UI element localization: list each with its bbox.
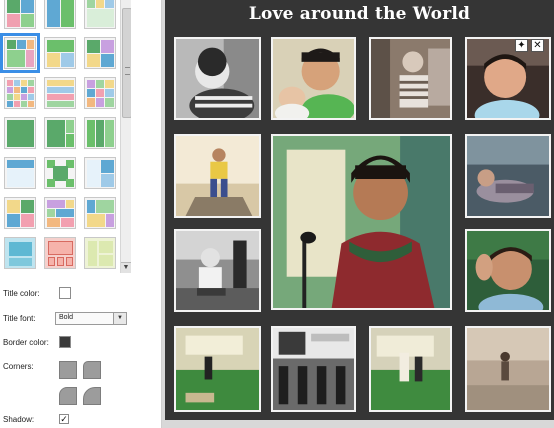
- layout-scrollbar[interactable]: ▼: [120, 0, 131, 273]
- layout-option[interactable]: [4, 157, 36, 189]
- layout-option[interactable]: [44, 0, 76, 29]
- corners-label: Corners:: [3, 362, 34, 371]
- photo-tile[interactable]: [174, 229, 261, 312]
- photo-tile-featured[interactable]: [271, 134, 452, 310]
- layout-picker: ▼: [0, 0, 131, 273]
- layout-option[interactable]: [44, 117, 76, 149]
- layout-option[interactable]: [44, 77, 76, 109]
- collage-board[interactable]: Love around the World ✦ ✕: [165, 0, 554, 420]
- title-color-swatch[interactable]: [59, 287, 71, 299]
- layout-option[interactable]: [4, 77, 36, 109]
- layout-option[interactable]: [84, 237, 116, 269]
- title-color-label: Title color:: [3, 289, 40, 298]
- layout-option[interactable]: [44, 157, 76, 189]
- corner-square-button[interactable]: [59, 361, 77, 379]
- title-font-value: Bold: [59, 314, 74, 321]
- collage-canvas: Love around the World ✦ ✕: [162, 0, 554, 428]
- photo-tile[interactable]: [465, 326, 551, 412]
- title-font-label: Title font:: [3, 314, 36, 323]
- close-icon[interactable]: ✕: [531, 39, 544, 52]
- layout-option[interactable]: [84, 37, 116, 69]
- scrollbar-grip-icon: [125, 67, 130, 75]
- layout-option[interactable]: [44, 37, 76, 69]
- layout-option[interactable]: [44, 197, 76, 229]
- layout-option[interactable]: [44, 237, 76, 269]
- scrollbar-thumb[interactable]: [122, 8, 131, 118]
- photo-tile[interactable]: [271, 326, 356, 412]
- photo-tile[interactable]: [465, 134, 551, 218]
- photo-tile[interactable]: [369, 326, 452, 412]
- layout-option[interactable]: [84, 117, 116, 149]
- photo-tile[interactable]: [174, 37, 261, 120]
- layout-option[interactable]: [4, 197, 36, 229]
- title-font-select[interactable]: Bold ▼: [55, 312, 127, 325]
- shadow-label: Shadow:: [3, 415, 35, 424]
- chevron-down-icon: ▼: [113, 313, 126, 324]
- layout-option[interactable]: [4, 117, 36, 149]
- photo-tile[interactable]: [369, 37, 452, 120]
- scroll-down-arrow-icon[interactable]: ▼: [121, 262, 131, 273]
- photo-tile[interactable]: [174, 134, 261, 218]
- photo-tile[interactable]: [465, 229, 551, 312]
- photo-tile[interactable]: [174, 326, 261, 412]
- layout-option[interactable]: [84, 77, 116, 109]
- layout-option[interactable]: [84, 157, 116, 189]
- layout-option-selected[interactable]: [0, 33, 40, 73]
- corner-large-round-button[interactable]: [83, 387, 101, 405]
- options-panel: ▼ Title color: Title font: Bold ▼ Border…: [0, 0, 162, 428]
- photo-tile[interactable]: [271, 37, 356, 120]
- collage-title[interactable]: Love around the World: [165, 4, 554, 24]
- layout-option[interactable]: [4, 0, 36, 29]
- layout-option[interactable]: [84, 197, 116, 229]
- border-color-label: Border color:: [3, 338, 49, 347]
- layout-option[interactable]: [4, 237, 36, 269]
- corner-medium-round-button[interactable]: [59, 387, 77, 405]
- layout-option[interactable]: [84, 0, 116, 29]
- wand-icon[interactable]: ✦: [515, 39, 528, 52]
- shadow-checkbox[interactable]: ✓: [59, 414, 69, 424]
- corner-small-round-button[interactable]: [83, 361, 101, 379]
- border-color-swatch[interactable]: [59, 336, 71, 348]
